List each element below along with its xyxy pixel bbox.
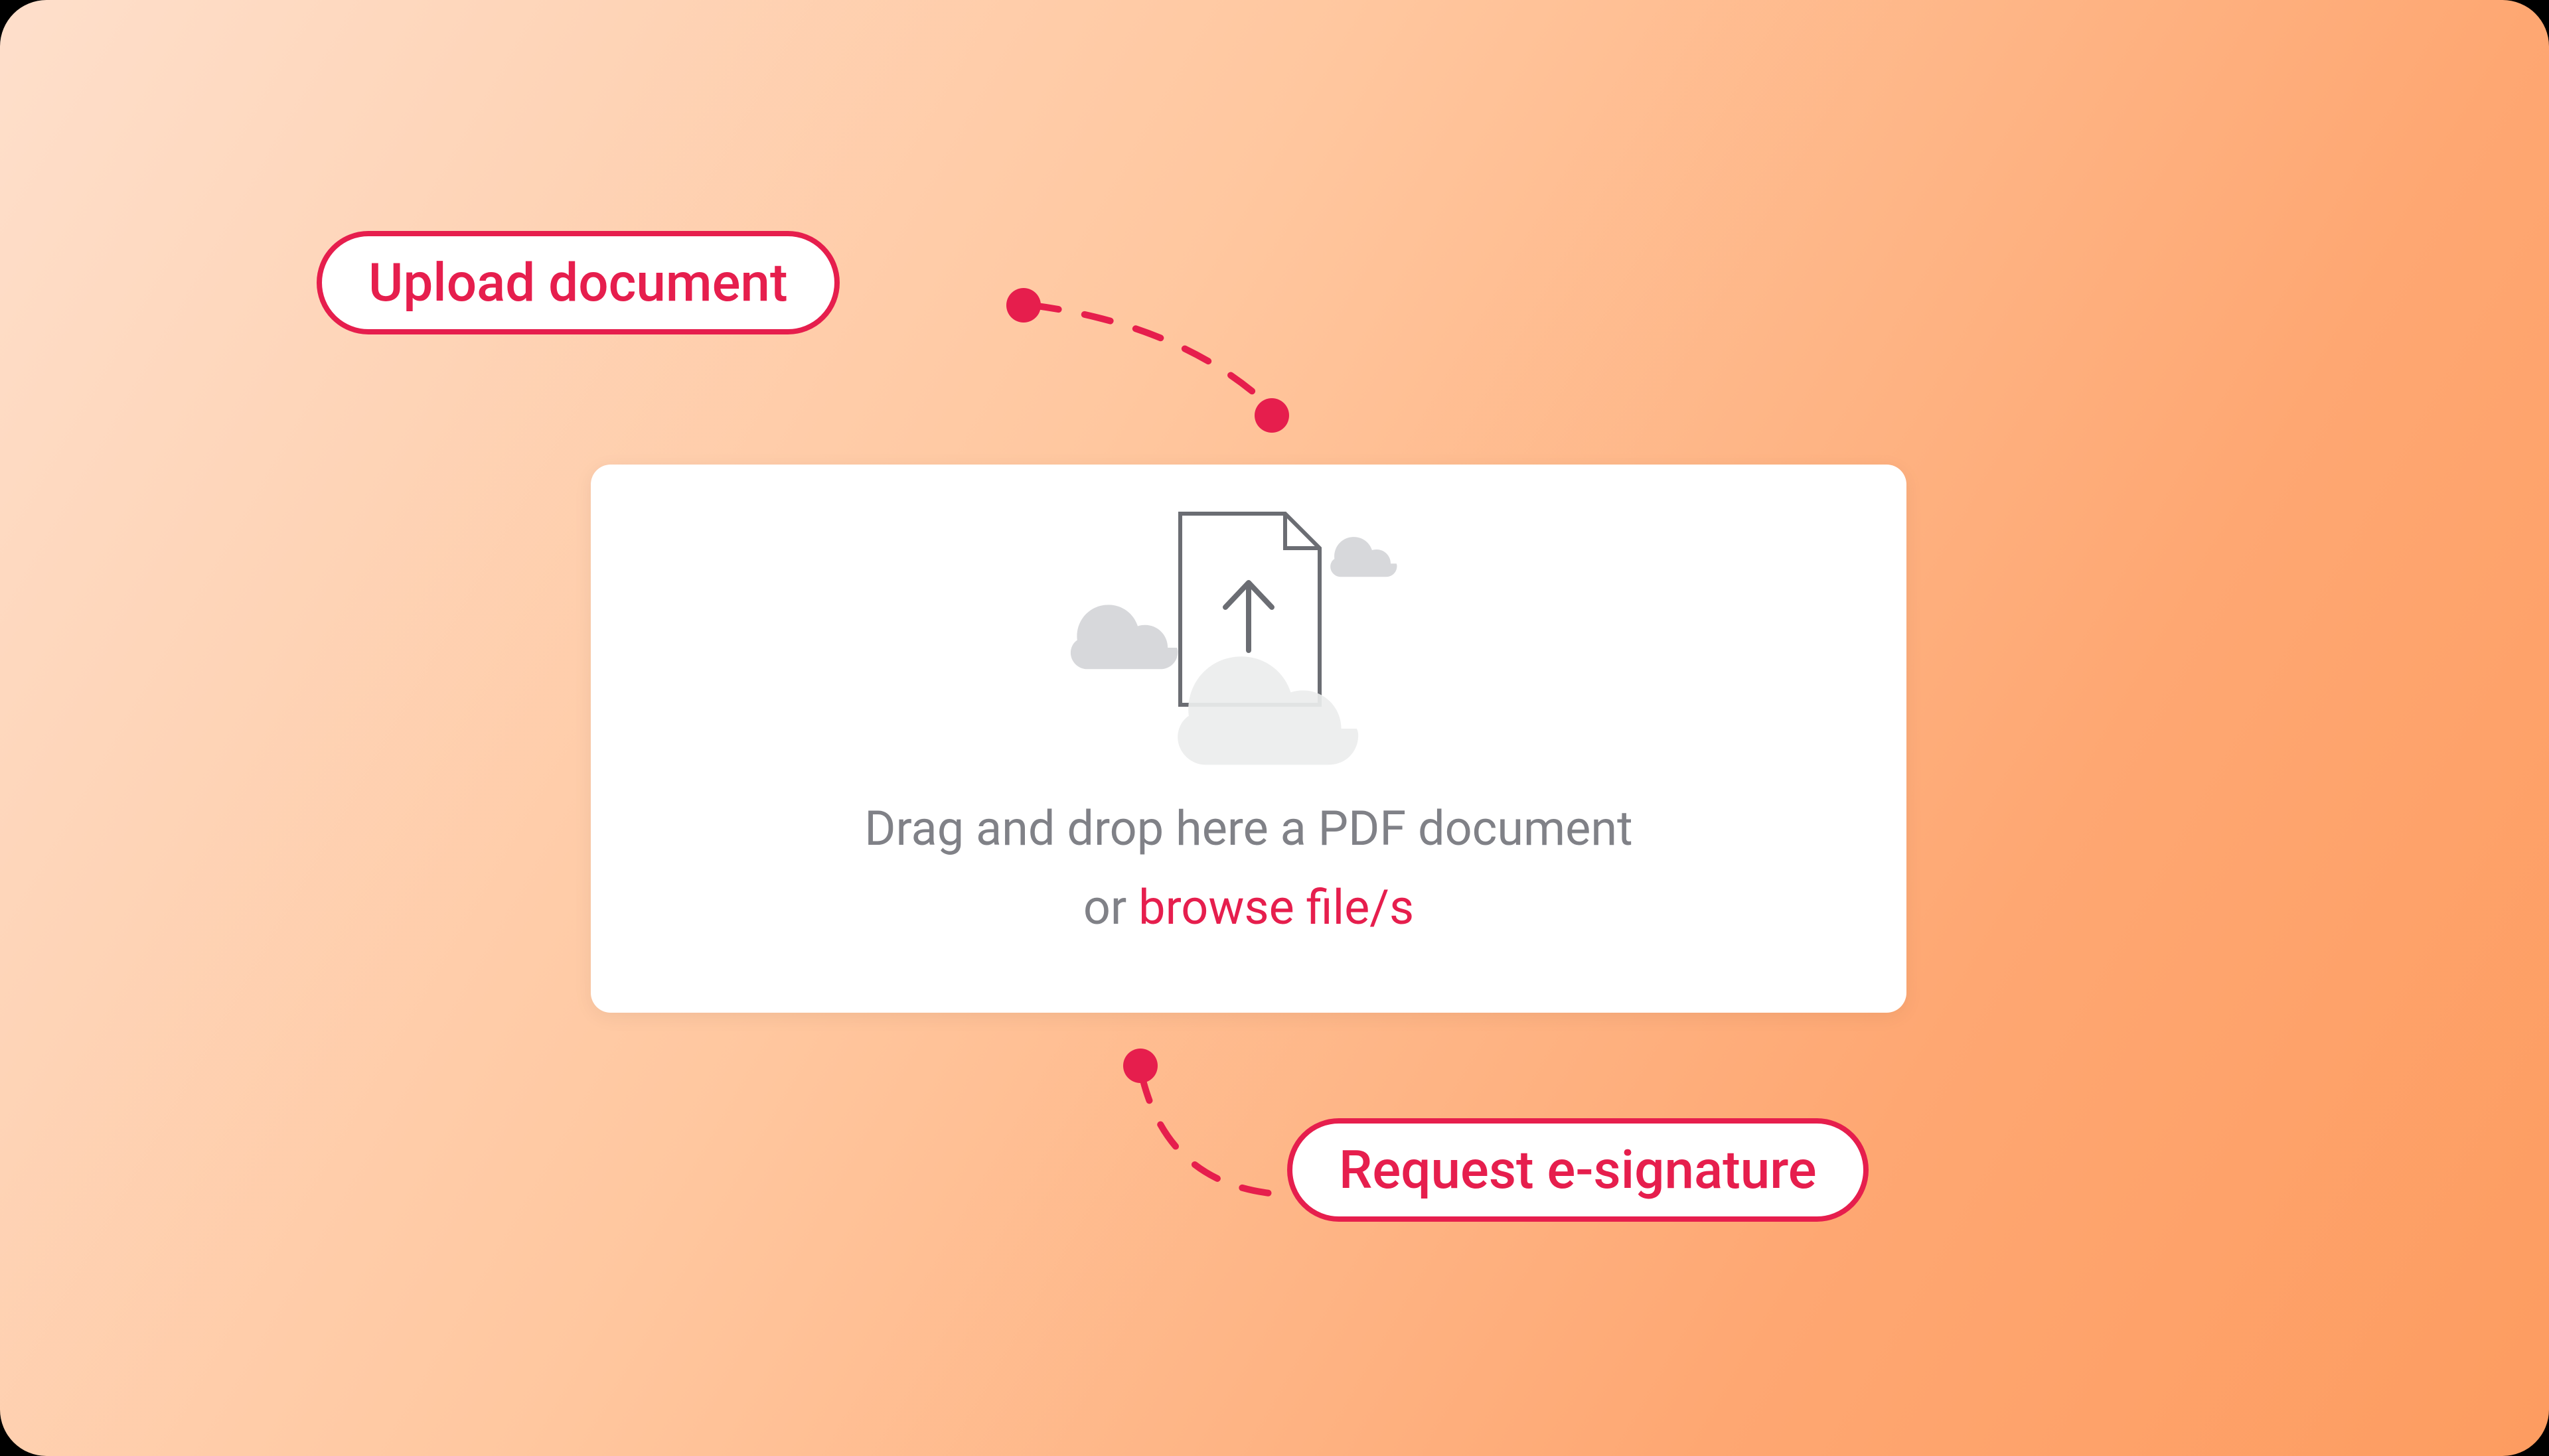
dropzone-or: or [1083, 879, 1138, 936]
connector-dot [1123, 1049, 1158, 1083]
stage: Upload document [0, 0, 2549, 1456]
request-esignature-label: Request e-signature [1287, 1118, 1869, 1222]
upload-document-label: Upload document [317, 231, 840, 334]
cloud-icon [1176, 644, 1388, 771]
browse-files-link[interactable]: browse file/s [1138, 879, 1414, 936]
dropzone-card[interactable]: Drag and drop here a PDF document or bro… [591, 465, 1906, 1013]
upload-illustration [1076, 511, 1421, 763]
dropzone-line1: Drag and drop here a PDF document [864, 800, 1632, 857]
connector-dot [1255, 398, 1289, 433]
connector-dot [1006, 288, 1041, 323]
cloud-icon [1330, 532, 1408, 579]
dropzone-text: Drag and drop here a PDF document or bro… [864, 790, 1632, 948]
